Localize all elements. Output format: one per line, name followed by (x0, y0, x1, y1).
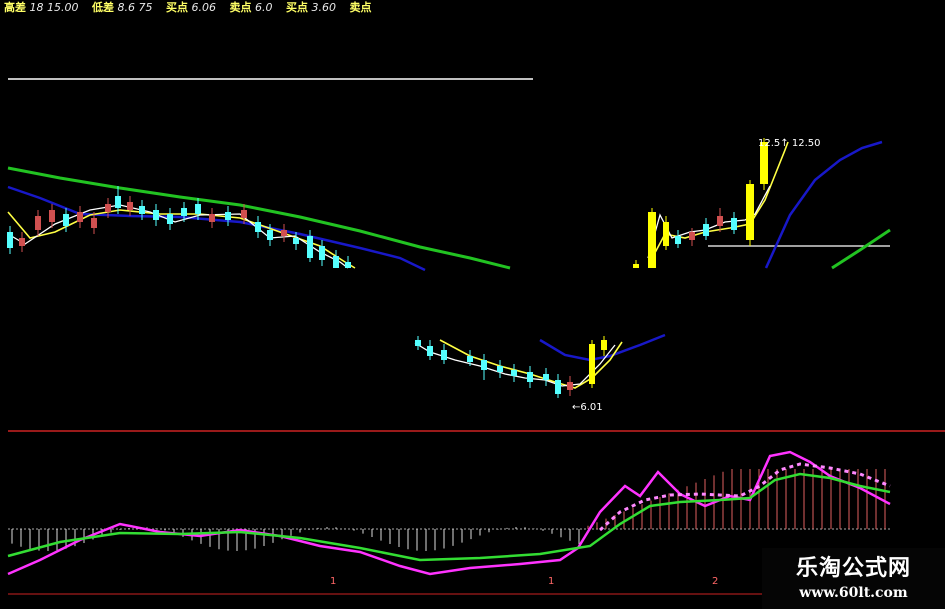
candlestick (689, 228, 695, 246)
tick-label: 2 (712, 576, 719, 587)
candlestick (746, 180, 754, 246)
candlestick (589, 340, 595, 388)
candlestick (153, 204, 159, 226)
candlestick (415, 336, 421, 350)
stock-chart-window: 高差 18 15.00 低差 8.6 75 买点 6.06 卖点 6.0 买点 … (0, 0, 945, 609)
candlestick (567, 376, 573, 396)
candlestick (511, 364, 517, 382)
candlestick (319, 240, 325, 266)
candlestick (555, 374, 561, 398)
ma-blue-line-left (7, 185, 426, 272)
watermark-url: www.60lt.com (799, 585, 908, 601)
candlestick (481, 354, 487, 380)
candlestick (167, 208, 173, 230)
candlestick (441, 344, 447, 364)
candlestick (527, 366, 533, 388)
candlestick (717, 208, 723, 232)
candlestick (209, 208, 215, 228)
ma-white-line-mid (414, 342, 616, 387)
candlestick (731, 212, 737, 234)
candlestick (35, 210, 41, 236)
candlestick (543, 368, 549, 386)
candlestick (633, 260, 639, 268)
candlestick (427, 340, 433, 360)
candlestick (601, 336, 607, 356)
watermark-logo: 乐淘公式网 www.60lt.com (762, 548, 945, 609)
low-price-label: ←6.01 (572, 402, 603, 413)
macd-magenta-line (7, 450, 891, 576)
price-chart-canvas[interactable] (0, 0, 945, 609)
candlestick (281, 224, 287, 242)
high-price-label: 12.5↑ 12.50 (758, 138, 821, 149)
candlestick (345, 256, 351, 268)
candlestick (703, 218, 709, 240)
candlestick (255, 216, 261, 238)
tick-label: 1 (548, 576, 555, 587)
candlestick (7, 226, 13, 254)
candlestick (333, 250, 339, 268)
watermark-title: 乐淘公式网 (795, 555, 911, 581)
ma-green-line-right (831, 228, 891, 270)
candlestick (77, 206, 83, 228)
candlestick (127, 196, 133, 216)
candlestick (19, 232, 25, 252)
ma-blue-line-right (764, 140, 883, 269)
candlestick (675, 230, 681, 248)
candlestick (497, 360, 503, 378)
macd-signal-dotted (598, 462, 891, 532)
candlestick (648, 208, 656, 268)
tick-label: 1 (330, 576, 337, 587)
candlestick (225, 206, 231, 226)
